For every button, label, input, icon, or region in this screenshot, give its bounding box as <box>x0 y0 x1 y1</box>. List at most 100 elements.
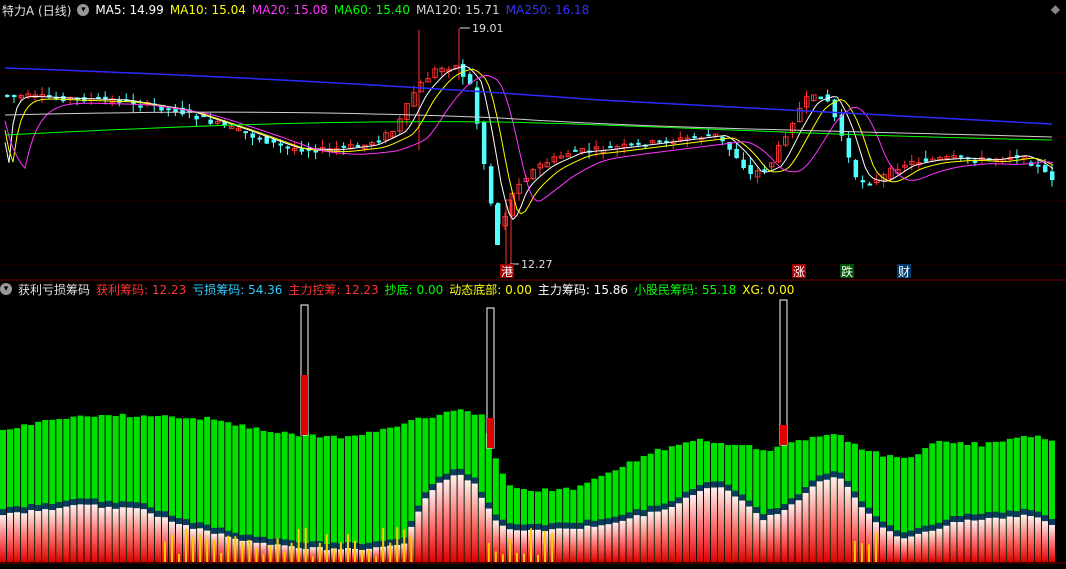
candle-body <box>285 146 291 149</box>
candle-body <box>860 180 866 183</box>
candle-body <box>748 165 753 175</box>
profit-chip-bar <box>915 533 922 562</box>
profit-chip-bar <box>1034 517 1041 562</box>
bottom-signal-bar <box>544 530 547 562</box>
profit-chip-bar <box>957 522 964 562</box>
profit-chip-bar <box>950 522 957 562</box>
loss-chip-bar <box>366 431 373 562</box>
profit-chip-bar <box>823 479 830 562</box>
profit-chip-bar <box>0 515 7 562</box>
profit-chip-bar <box>133 508 140 562</box>
profit-chip-bar <box>880 527 887 562</box>
profit-chip-bar <box>591 526 598 562</box>
bottom-signal-bar <box>234 536 237 562</box>
candle-body <box>923 158 929 162</box>
bottom-signal-bar <box>396 527 399 562</box>
profit-chip-bar <box>682 497 689 562</box>
ma250-line <box>4 67 1053 125</box>
profit-chip-bar <box>964 519 971 562</box>
profit-chip-bar <box>1048 525 1055 562</box>
bottom-signal-bar <box>368 549 371 562</box>
bottom-signal-bar <box>860 543 863 562</box>
candle-body <box>376 140 382 143</box>
candle-body <box>278 143 284 146</box>
bottom-signal-bar <box>346 533 349 562</box>
profit-chip-bar <box>28 509 35 562</box>
bottom-signal-bar <box>515 552 518 562</box>
profit-chip-bar <box>978 519 985 562</box>
profit-chip-bar <box>612 522 619 562</box>
profit-chip-bar <box>668 506 675 562</box>
chart-canvas[interactable]: 19.01 12.27 港 涨 跌 财 <box>0 0 1066 569</box>
profit-chip-bar <box>640 516 647 562</box>
profit-chip-bar <box>415 511 422 562</box>
bottom-signal-bar <box>494 551 497 562</box>
candle-body <box>657 140 662 143</box>
control-spike-fill <box>301 375 308 435</box>
bottom-signal-bar <box>508 538 511 562</box>
candle-body <box>867 183 873 186</box>
bottom-signal-bar <box>501 554 504 562</box>
loss-chip-bar <box>359 434 366 562</box>
profit-chip-bar <box>816 481 823 562</box>
profit-chip-bar <box>746 506 753 562</box>
bottom-signal-bar <box>297 529 300 562</box>
candle-body <box>299 148 305 152</box>
candle-body <box>243 131 248 134</box>
bottom-signal-bar <box>403 529 406 562</box>
candle-body <box>958 155 964 158</box>
profit-chip-bar <box>450 475 457 562</box>
candle-body <box>61 96 66 102</box>
profit-chip-bar <box>696 491 703 562</box>
profit-chip-bar <box>14 512 21 562</box>
candle-body <box>208 119 213 124</box>
profit-chip-bar <box>584 525 591 562</box>
profit-chip-bar <box>105 506 112 562</box>
profit-chip-bar <box>70 505 77 562</box>
candle-body <box>972 160 978 163</box>
candle-body <box>818 96 824 100</box>
profit-chip-bar <box>795 500 802 562</box>
candle-body <box>573 149 578 152</box>
profit-chip-bar <box>689 495 696 562</box>
profit-chip-bar <box>753 513 760 562</box>
profit-chip-bar <box>478 497 485 562</box>
candle-body <box>734 148 739 159</box>
profit-chip-bar <box>49 510 56 562</box>
candle-body <box>194 115 199 120</box>
bottom-signal-bar <box>325 534 328 562</box>
candle-body <box>608 146 613 149</box>
candle-body <box>481 121 487 165</box>
bottom-signal-bar <box>199 534 202 562</box>
candle-body <box>257 137 262 140</box>
profit-chip-bar <box>443 479 450 562</box>
profit-chip-bar <box>767 514 774 562</box>
profit-chip-bar <box>91 504 98 562</box>
low-price-label: 12.27 <box>521 258 553 271</box>
profit-chip-bar <box>781 510 788 562</box>
ma10-line <box>4 68 1054 215</box>
profit-chip-bar <box>112 508 119 562</box>
candle-body <box>12 95 17 98</box>
profit-chip-bar <box>647 511 654 562</box>
bottom-signal-bar <box>537 554 540 562</box>
profit-chip-bar <box>7 512 14 562</box>
bottom-signal-bar <box>867 544 870 562</box>
profit-chip-bar <box>929 530 936 562</box>
profit-chip-bar <box>1020 514 1027 562</box>
profit-chip-bar <box>894 536 901 562</box>
profit-chip-bar <box>922 531 929 562</box>
candle-body <box>495 205 500 245</box>
bottom-signal-bar <box>213 539 216 562</box>
candle-body <box>5 94 10 97</box>
profit-chip-bar <box>63 506 70 562</box>
candle-body <box>166 108 171 111</box>
event-tag-text: 涨 <box>793 264 805 279</box>
profit-chip-bar <box>809 486 816 562</box>
profit-chip-bar <box>154 516 161 562</box>
control-spike-frame <box>779 299 788 446</box>
bottom-signal-bar <box>339 542 342 562</box>
bottom-signal-bar <box>185 529 188 562</box>
profit-chip-bar <box>908 536 915 562</box>
bottom-signal-bar <box>262 554 265 562</box>
